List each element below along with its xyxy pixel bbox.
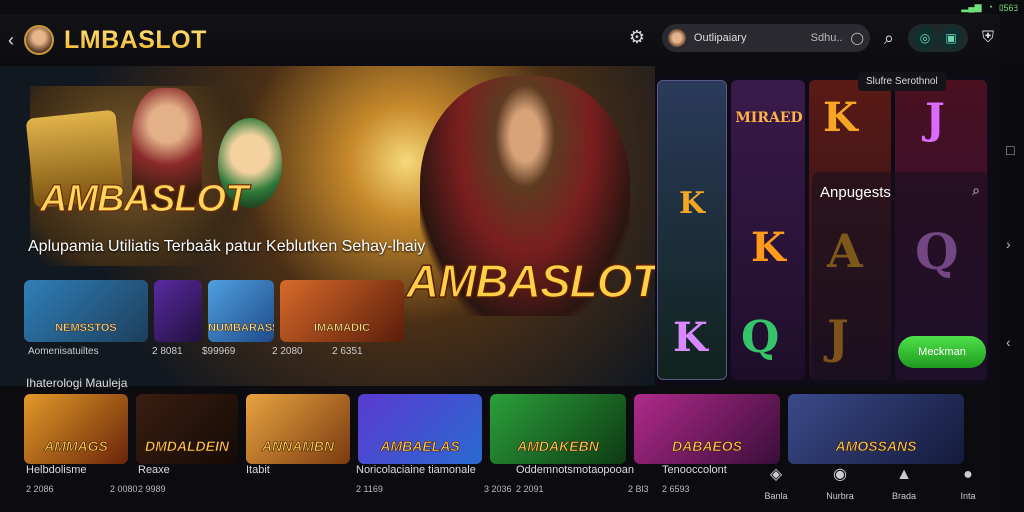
user-balance: Sdhu.. (810, 32, 843, 44)
user-name: Outlipaiary (693, 32, 747, 44)
tooltip: Slufre Serothnol (858, 72, 946, 91)
nav-item-inta[interactable]: ● Inta (942, 464, 994, 512)
trophy-icon: ▲ (896, 466, 912, 483)
game-card-stat: 2 2086 (26, 484, 54, 494)
game-card-name: Reaxe (138, 464, 170, 476)
brand-title[interactable]: LMBASLOT (64, 26, 207, 55)
mini-game-row: NEMSSTOS NUMBARASS IMAMADIC (24, 280, 404, 342)
game-card-stat: 3 2036 (484, 484, 512, 494)
wifi-icon: ◔ (987, 2, 993, 12)
mini-tile-title: NUMBARASS (208, 322, 274, 334)
game-card[interactable]: ANNAMBN (246, 394, 350, 464)
nav-label: Banla (764, 491, 788, 501)
brand-avatar (24, 25, 54, 55)
user-icon: ● (963, 466, 973, 483)
game-card-stat: 2 9989 (138, 484, 166, 494)
game-card-stat: 2 Bl3 (628, 484, 649, 494)
game-card-title: ANNAMBN (261, 438, 335, 455)
game-card-name: Tenooccolont (662, 464, 727, 476)
mini-info-text: Aomenisatuiltes (28, 346, 99, 357)
home-icon[interactable]: › (1006, 236, 1011, 252)
system-status-bar: ▂▄▆ ◔ ﾛ56ﾖ (924, 0, 1024, 14)
hero-tagline: Aplupamia Utiliatis Terbaăk patur Keblut… (28, 238, 426, 255)
nav-label: Inta (960, 491, 976, 501)
mini-tile-title: NEMSSTOS (55, 322, 117, 334)
bottom-nav: ◈ Banla ◉ Nurbra ▲ Brada ● Inta (744, 464, 1000, 512)
chat-icon[interactable]: ◯ (850, 31, 863, 45)
game-card-title: AMMAGS (44, 438, 108, 455)
reel-symbol: Q (741, 312, 780, 363)
game-card-name: Helbdolisme (26, 464, 87, 476)
nav-item-brada[interactable]: ▲ Brada (878, 464, 930, 512)
reel-symbol: K (823, 94, 858, 141)
mini-tile-title: IMAMADIC (313, 322, 371, 334)
gift-icon[interactable]: ⚙ (626, 27, 648, 49)
game-card-title: DABAEOS (671, 438, 743, 455)
nav-item-nurbra[interactable]: ◉ Nurbra (814, 464, 866, 512)
user-avatar (667, 29, 686, 47)
game-card[interactable]: AMBAELAS (358, 394, 482, 464)
game-card-title: AMDAKEBN (517, 438, 599, 455)
reels-overlay-panel: Anpugests ⌕ Meckman (812, 172, 988, 384)
reel-symbol: K (673, 314, 708, 361)
nav-item-banla[interactable]: ◈ Banla (750, 464, 802, 512)
hero-logo-big: AMBASLOT (405, 254, 655, 308)
mini-info-row: Aomenisatuiltes 2 8081 $99969 2 2080 2 6… (28, 346, 392, 357)
game-card-stat: 2 2091 (516, 484, 544, 494)
top-actions: ⚙ Outlipaiary Sdhu.. ◯ ⌕ ◎ ▣ ⛨ (626, 24, 994, 52)
game-card-row: AMMAGS DMDALDEIN ANNAMBN AMBAELAS AMDAKE… (24, 394, 964, 464)
game-card-stat: 2 6593 (662, 484, 690, 494)
game-card-name: Noricolaciaine tiamonale (356, 464, 476, 476)
game-card[interactable]: AMOSSANS (788, 394, 964, 464)
user-account-pill[interactable]: Outlipaiary Sdhu.. ◯ (661, 24, 870, 52)
game-card[interactable]: DMDALDEIN (136, 394, 238, 464)
reel-symbol: K (751, 224, 786, 271)
reel-symbol: K (679, 186, 706, 221)
top-app-bar: ‹ LMBASLOT ⚙ Outlipaiary Sdhu.. ◯ ⌕ ◎ ▣ … (0, 14, 1000, 66)
reel-symbol: J (925, 94, 945, 143)
settings-icon[interactable]: ◎ (913, 27, 936, 49)
shield-icon[interactable]: ⛨ (982, 29, 994, 47)
square-icon[interactable]: □ (1006, 142, 1014, 158)
game-card-stat: 2 1169 (356, 484, 383, 494)
game-card-name: Oddemnotsmotaopooan (516, 464, 635, 476)
game-card-title: DMDALDEIN (145, 438, 230, 455)
target-icon: ◉ (833, 466, 847, 483)
game-card[interactable]: AMDAKEBN (490, 394, 626, 464)
quick-actions: ◎ ▣ (907, 24, 968, 52)
hero-logo-small: AMBASLOT (39, 177, 249, 220)
back-icon[interactable]: ‹ (2, 30, 20, 51)
mini-game-tile[interactable]: IMAMADIC (280, 280, 404, 342)
search-icon[interactable]: ⌕ (884, 28, 894, 49)
wallet-icon[interactable]: ▣ (939, 27, 962, 49)
panel-title: Anpugests (820, 184, 891, 201)
mini-info-text: 2 8081 (152, 346, 183, 357)
triangle-back-icon[interactable]: ‹ (1006, 334, 1011, 350)
game-card-title: AMOSSANS (835, 438, 917, 455)
status-text: ﾛ56ﾖ (998, 2, 1018, 13)
mini-game-tile[interactable]: NUMBARASS (208, 280, 274, 342)
mini-game-tile[interactable] (154, 280, 202, 342)
nav-label: Nurbra (826, 491, 854, 501)
system-nav-bar: □ › ‹ (1000, 66, 1024, 512)
game-card[interactable]: DABAEOS (634, 394, 780, 464)
mini-info-text: $99969 (202, 346, 236, 357)
game-card-stat: 2 0080 (110, 484, 138, 494)
game-card-name: Itabit (246, 464, 270, 476)
game-card-title: AMBAELAS (380, 438, 460, 455)
mini-game-tile[interactable]: NEMSSTOS (24, 280, 148, 342)
cards-icon: ◈ (769, 466, 783, 483)
section-title: Ihaterologi Mauleja (26, 376, 128, 390)
nav-label: Brada (891, 491, 917, 501)
game-card[interactable]: AMMAGS (24, 394, 128, 464)
mini-info-text: 2 6351 (332, 346, 363, 357)
reel-symbol: MIRAED (735, 110, 803, 126)
play-button[interactable]: Meckman (898, 336, 986, 368)
signal-icon: ▂▄▆ (961, 1, 982, 12)
search-icon[interactable]: ⌕ (972, 182, 980, 199)
mini-info-text: 2 2080 (272, 346, 303, 357)
